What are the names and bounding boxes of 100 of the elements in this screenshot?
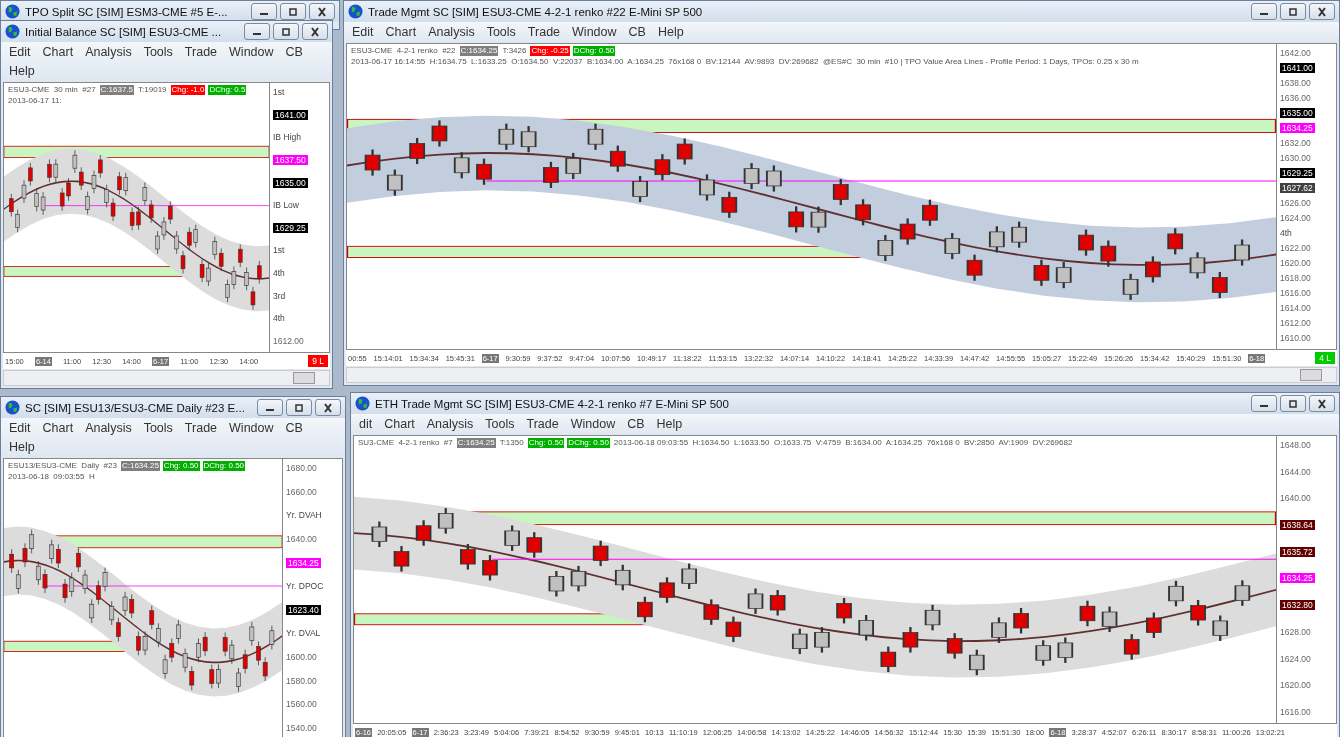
level-label: 4th — [273, 313, 286, 324]
price-marker: 1634.25 — [1280, 123, 1315, 133]
menu-item[interactable]: CB — [622, 23, 652, 42]
menu-item[interactable]: CB — [279, 43, 309, 62]
window-title: Trade Mgmt SC [SIM] ESU3-CME 4-2-1 renko #22 E-Mini SP 500 — [368, 5, 704, 18]
level-label: IB Low — [273, 200, 300, 211]
info-text: 2013-06-17 16:14:55 H:1634.75 L:1633.25 O:1634.50 V:22037 B:1634.00 A:1634.25 76x168 0 BV:12144 AV:9893 DV:269682 @ES#C 30 min #10 | TPO Value Area Lines - Profile Period: 1 Days, TPOs: 0.25 x 30 m — [350, 57, 1140, 67]
menu-item[interactable]: Help — [3, 62, 41, 81]
level-label: 1st — [273, 245, 286, 256]
menu-item[interactable]: Tools — [480, 23, 522, 42]
price-marker: 1638.64 — [1280, 520, 1315, 531]
price-label: 1640.00 — [1280, 493, 1312, 504]
level-label: 1st — [273, 87, 286, 97]
price-label: 1610.00 — [1280, 333, 1312, 343]
price-marker: 1641.00 — [273, 109, 308, 120]
menu-item[interactable]: Edit — [3, 419, 37, 438]
menu-item[interactable]: Help — [650, 415, 689, 434]
price-label: 1680.00 — [286, 463, 318, 473]
info-chip: C:1634.25 — [456, 438, 496, 448]
menu-item[interactable]: Trade — [178, 419, 224, 438]
menu-item[interactable]: Chart — [36, 43, 80, 62]
menu-item[interactable]: Help — [651, 23, 690, 42]
price-marker: 1635.72 — [1280, 546, 1315, 557]
price-marker: 1623.40 — [286, 604, 321, 615]
price-marker: 1634.25 — [286, 557, 321, 568]
price-marker: 1641.00 — [1280, 63, 1315, 73]
price-label: 1618.00 — [1280, 273, 1312, 283]
level-label: Yr. DPOC — [286, 581, 325, 592]
price-label: 1628.00 — [1280, 626, 1312, 637]
price-label: 1648.00 — [1280, 440, 1312, 450]
info-text: ESU3-CME 30 min #27 — [7, 85, 97, 95]
status-badge: 9 L — [308, 355, 328, 367]
menu-item[interactable]: Analysis — [79, 419, 138, 438]
price-marker: 1635.00 — [273, 177, 308, 188]
price-label: 1626.00 — [1280, 198, 1312, 208]
info-chip: C:1634.25 — [459, 46, 499, 56]
price-marker: 1627.62 — [1280, 183, 1315, 193]
info-text: 2013-06-17 11: — [7, 96, 63, 106]
menu-item[interactable]: Window — [564, 415, 622, 434]
menu-item[interactable]: dit — [353, 415, 379, 434]
price-label: 1638.00 — [1280, 78, 1312, 88]
info-text: ESU3-CME 4-2-1 renko #22 — [350, 46, 457, 56]
menu-item[interactable]: Window — [223, 419, 280, 438]
level-label: 3rd — [273, 290, 287, 301]
price-label: 1612.00 — [1280, 318, 1312, 328]
price-label: 1620.00 — [1280, 680, 1312, 691]
info-chip: Chg: -0.25 — [530, 46, 570, 56]
menu-item[interactable]: Edit — [3, 43, 37, 62]
price-label: 1616.00 — [1280, 706, 1312, 717]
info-text: SU3-CME 4-2-1 renko #7 — [357, 438, 454, 448]
menu-item[interactable]: Analysis — [422, 23, 481, 42]
price-label: 1614.00 — [1280, 303, 1312, 313]
info-chip: DChg: 0.50 — [567, 438, 610, 448]
menu-item[interactable]: Trade — [520, 415, 565, 434]
menu-item[interactable]: Tools — [137, 419, 179, 438]
menu-item[interactable]: CB — [621, 415, 651, 434]
menu-item[interactable]: Help — [3, 438, 41, 457]
price-label: 1620.00 — [1280, 258, 1312, 268]
price-label: 1630.00 — [1280, 153, 1312, 163]
menu-item[interactable]: Analysis — [420, 415, 480, 434]
window-title: TPO Split SC [SIM] ESM3-CME #5 E-... — [25, 5, 229, 18]
info-chip: DChg: 0.5 — [208, 85, 247, 95]
info-text: T:1350 — [498, 438, 525, 448]
level-label: Yr. DVAL — [286, 628, 322, 639]
window-title: ETH Trade Mgmt SC [SIM] ESU3-CME 4-2-1 renko #7 E-Mini SP 500 — [375, 397, 730, 410]
menu-item[interactable]: Tools — [479, 415, 521, 434]
price-label: 1622.00 — [1280, 243, 1312, 253]
price-label: 1644.00 — [1280, 466, 1312, 477]
level-label: Yr. DVAH — [286, 510, 323, 521]
price-label: 1624.00 — [1280, 653, 1312, 664]
info-text: ESU13/ESU3-CME Daily #23 — [7, 461, 118, 471]
price-label: 1632.00 — [1280, 138, 1312, 148]
menu-item[interactable]: Chart — [379, 23, 423, 42]
price-marker: 1635.00 — [1280, 108, 1315, 118]
menu-item[interactable]: Chart — [378, 415, 421, 434]
info-chip: DChg: 0.50 — [572, 46, 616, 56]
menu-item[interactable]: Tools — [137, 43, 179, 62]
price-marker: 1637.50 — [273, 154, 308, 165]
price-label: 1640.00 — [286, 533, 318, 544]
menu-item[interactable]: CB — [279, 419, 309, 438]
menu-item[interactable]: Trade — [178, 43, 224, 62]
menu-item[interactable]: Chart — [36, 419, 80, 438]
price-label: 1660.00 — [286, 486, 318, 497]
info-chip: Chg: 0.50 — [162, 461, 200, 471]
info-text: 2013-06-18 09:03:55 H — [7, 472, 96, 482]
price-label: 1600.00 — [286, 652, 318, 662]
menu-item[interactable]: Edit — [346, 23, 380, 42]
price-label: 1642.00 — [1280, 48, 1312, 58]
info-text: T:3426 — [501, 46, 528, 56]
price-label: 1612.00 — [273, 335, 305, 346]
price-label: 1636.00 — [1280, 93, 1312, 103]
menu-item[interactable]: Analysis — [79, 43, 138, 62]
price-label: 1616.00 — [1280, 288, 1312, 298]
price-marker: 1634.25 — [1280, 573, 1315, 584]
info-chip: Chg: 0.50 — [527, 438, 565, 448]
menu-item[interactable]: Window — [566, 23, 623, 42]
info-chip: Chg: -1.0 — [170, 85, 206, 95]
info-chip: DChg: 0.50 — [202, 461, 246, 471]
menu-item[interactable]: Window — [223, 43, 280, 62]
menu-item[interactable]: Trade — [521, 23, 567, 42]
